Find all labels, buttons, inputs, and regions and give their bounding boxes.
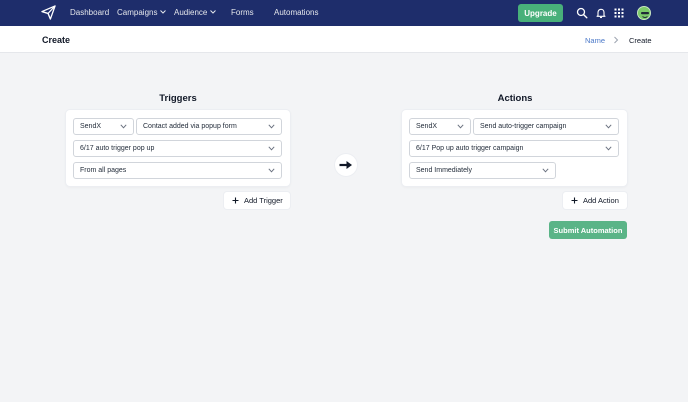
actions-card: SendX Send auto-trigger campaign 6/17 Po… (402, 110, 627, 186)
add-trigger-button[interactable]: Add Trigger (224, 192, 290, 209)
chevron-down-icon (160, 10, 167, 14)
nav-dashboard-label: Dashboard (70, 8, 110, 17)
flow-arrow (335, 154, 357, 176)
logo-icon[interactable] (41, 5, 56, 20)
chevron-right-icon (614, 36, 619, 44)
action-timing-value: Send Immediately (416, 167, 473, 174)
chevron-down-icon (542, 168, 549, 173)
avatar-face-icon (638, 7, 650, 19)
nav-dashboard[interactable]: Dashboard (70, 8, 109, 18)
action-campaign-value: 6/17 Pop up auto trigger campaign (416, 145, 524, 152)
nav-audience[interactable]: Audience (174, 8, 217, 18)
trigger-provider-value: SendX (80, 123, 102, 130)
chevron-down-icon (120, 124, 127, 129)
chevron-down-icon (268, 124, 275, 129)
upgrade-button[interactable]: Upgrade (518, 4, 563, 22)
trigger-provider-select[interactable]: SendX (73, 118, 134, 135)
breadcrumb-link-name[interactable]: Name (585, 36, 605, 45)
action-type-select[interactable]: Send auto-trigger campaign (473, 118, 619, 135)
action-type-value: Send auto-trigger campaign (480, 123, 567, 130)
page-title: Create (42, 35, 71, 45)
chevron-down-icon (605, 124, 612, 129)
page-header: Create Name Create (0, 26, 688, 53)
submit-automation-button[interactable]: Submit Automation (549, 221, 627, 239)
nav-audience-label: Audience (174, 8, 208, 17)
chevron-down-icon (457, 124, 464, 129)
chevron-down-icon (268, 168, 275, 173)
arrow-right-icon (339, 161, 352, 169)
chevron-down-icon (268, 146, 275, 151)
trigger-pages-select[interactable]: From all pages (73, 162, 282, 179)
nav-automations[interactable]: Automations (274, 8, 318, 18)
add-trigger-label: Add Trigger (244, 196, 283, 205)
nav-automations-label: Automations (274, 8, 319, 17)
nav-forms-label: Forms (231, 8, 254, 17)
nav-campaigns[interactable]: Campaigns (117, 8, 167, 18)
action-campaign-select[interactable]: 6/17 Pop up auto trigger campaign (409, 140, 619, 157)
add-action-label: Add Action (583, 196, 619, 205)
top-navbar: Dashboard Campaigns Audience Forms Autom… (0, 0, 688, 26)
search-icon[interactable] (576, 7, 588, 19)
actions-title: Actions (497, 93, 533, 104)
action-provider-select[interactable]: SendX (409, 118, 471, 135)
nav-campaigns-label: Campaigns (117, 8, 158, 17)
action-provider-value: SendX (416, 123, 438, 130)
triggers-card: SendX Contact added via popup form 6/17 … (66, 110, 290, 186)
add-action-button[interactable]: Add Action (563, 192, 627, 209)
breadcrumb-current: Create (629, 36, 652, 45)
bell-icon[interactable] (595, 7, 607, 19)
chevron-down-icon (605, 146, 612, 151)
chevron-down-icon (210, 10, 217, 14)
apps-grid-icon[interactable] (613, 7, 625, 19)
trigger-event-select[interactable]: Contact added via popup form (136, 118, 282, 135)
trigger-popup-value: 6/17 auto trigger pop up (80, 145, 155, 152)
trigger-popup-select[interactable]: 6/17 auto trigger pop up (73, 140, 282, 157)
trigger-event-value: Contact added via popup form (143, 123, 237, 130)
trigger-pages-value: From all pages (80, 167, 127, 174)
triggers-title: Triggers (159, 93, 197, 104)
action-timing-select[interactable]: Send Immediately (409, 162, 556, 179)
avatar[interactable] (637, 6, 651, 20)
nav-forms[interactable]: Forms (231, 8, 254, 18)
plus-icon (232, 197, 239, 204)
plus-icon (571, 197, 578, 204)
